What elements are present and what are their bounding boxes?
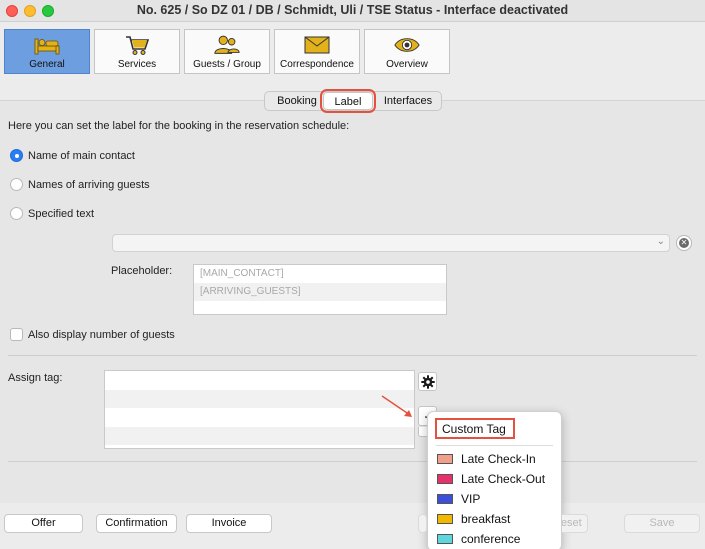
list-item[interactable] xyxy=(105,389,414,408)
reset-button[interactable]: Reset xyxy=(562,514,588,533)
list-item[interactable] xyxy=(105,408,414,427)
tag-dropdown-menu: Custom Tag Late Check-In Late Check-Out … xyxy=(427,411,562,549)
divider xyxy=(8,461,697,462)
color-swatch xyxy=(437,474,453,484)
radio-button[interactable] xyxy=(10,207,23,220)
tab-booking[interactable]: Booking xyxy=(269,92,325,110)
placeholder-item-main-contact[interactable]: [MAIN_CONTACT] xyxy=(194,265,446,283)
cart-icon xyxy=(123,33,151,57)
radio-option-main-contact[interactable]: Name of main contact xyxy=(10,149,135,162)
invoice-button[interactable]: Invoice xyxy=(186,514,272,533)
color-swatch xyxy=(437,454,453,464)
tag-item-late-check-out[interactable]: Late Check-Out xyxy=(437,470,545,488)
tab-interfaces[interactable]: Interfaces xyxy=(377,92,439,110)
envelope-icon xyxy=(303,33,331,57)
display-guests-checkbox[interactable] xyxy=(10,328,23,341)
offer-button[interactable]: Offer xyxy=(4,514,83,533)
toolbar-correspondence-label: Correspondence xyxy=(280,59,354,70)
bed-icon xyxy=(33,33,61,57)
tag-item-label: conference xyxy=(461,532,521,546)
label-description: Here you can set the label for the booki… xyxy=(8,120,350,132)
assign-tag-label: Assign tag: xyxy=(8,372,63,384)
toolbar-correspondence-button[interactable]: Correspondence xyxy=(274,29,360,74)
toolbar-guests-group-button[interactable]: Guests / Group xyxy=(184,29,270,74)
toolbar-general-button[interactable]: General xyxy=(4,29,90,74)
tag-item-label: Late Check-Out xyxy=(461,472,546,486)
radio-option-specified-text[interactable]: Specified text xyxy=(10,207,94,220)
color-swatch xyxy=(437,514,453,524)
specified-text-input[interactable]: ⌄ xyxy=(112,234,670,252)
radio-label: Specified text xyxy=(28,207,95,220)
display-guests-option[interactable]: Also display number of guests xyxy=(10,328,175,341)
title-bar: No. 625 / So DZ 01 / DB / Schmidt, Uli /… xyxy=(0,0,705,22)
annotation-arrow-icon xyxy=(381,395,412,417)
radio-label: Name of main contact xyxy=(28,149,135,162)
tag-item-late-check-in[interactable]: Late Check-In xyxy=(437,450,536,468)
toolbar-services-button[interactable]: Services xyxy=(94,29,180,74)
tag-item-label: VIP xyxy=(461,492,481,506)
list-item[interactable] xyxy=(105,426,414,445)
close-icon: ✕ xyxy=(679,238,689,248)
toolbar-guests-group-label: Guests / Group xyxy=(193,59,261,70)
tag-item-vip[interactable]: VIP xyxy=(437,490,480,508)
confirmation-button[interactable]: Confirmation xyxy=(96,514,177,533)
main-toolbar: General Services Guests / Group Correspo… xyxy=(0,22,705,80)
save-button[interactable]: Save xyxy=(624,514,700,533)
hidden-button-edge xyxy=(418,514,427,533)
display-guests-label: Also display number of guests xyxy=(28,328,175,341)
tag-settings-button[interactable] xyxy=(418,372,437,391)
toolbar-general-label: General xyxy=(29,59,65,70)
people-icon xyxy=(213,33,241,57)
list-item[interactable] xyxy=(105,371,414,390)
tag-list[interactable] xyxy=(104,370,415,449)
color-swatch xyxy=(437,494,453,504)
tag-item-label: Late Check-In xyxy=(461,452,536,466)
divider xyxy=(8,355,697,356)
window-title: No. 625 / So DZ 01 / DB / Schmidt, Uli /… xyxy=(136,3,569,17)
radio-option-arriving-guests[interactable]: Names of arriving guests xyxy=(10,178,150,191)
color-swatch xyxy=(437,534,453,544)
toolbar-overview-label: Overview xyxy=(386,59,428,70)
menu-separator xyxy=(436,445,553,446)
eye-icon xyxy=(393,33,421,57)
radio-label: Names of arriving guests xyxy=(28,178,150,191)
tag-item-breakfast[interactable]: breakfast xyxy=(437,510,510,528)
tab-label[interactable]: Label xyxy=(320,89,376,113)
placeholder-list: [MAIN_CONTACT] [ARRIVING_GUESTS] xyxy=(193,264,447,315)
reset-button-label: Reset xyxy=(562,517,582,529)
toolbar-overview-button[interactable]: Overview xyxy=(364,29,450,74)
toolbar-services-label: Services xyxy=(117,59,157,70)
radio-button[interactable] xyxy=(10,178,23,191)
placeholder-label: Placeholder: xyxy=(111,265,173,277)
gear-icon xyxy=(420,374,435,389)
tag-item-conference[interactable]: conference xyxy=(437,530,520,548)
chevron-down-icon[interactable]: ⌄ xyxy=(657,236,665,247)
tab-bar: Booking Label Interfaces xyxy=(264,89,442,113)
tag-item-label: breakfast xyxy=(461,512,511,526)
radio-button[interactable] xyxy=(10,149,23,162)
custom-tag-menu-item[interactable]: Custom Tag xyxy=(435,418,515,439)
placeholder-item-arriving-guests[interactable]: [ARRIVING_GUESTS] xyxy=(194,283,446,301)
clear-text-button[interactable]: ✕ xyxy=(676,235,692,251)
